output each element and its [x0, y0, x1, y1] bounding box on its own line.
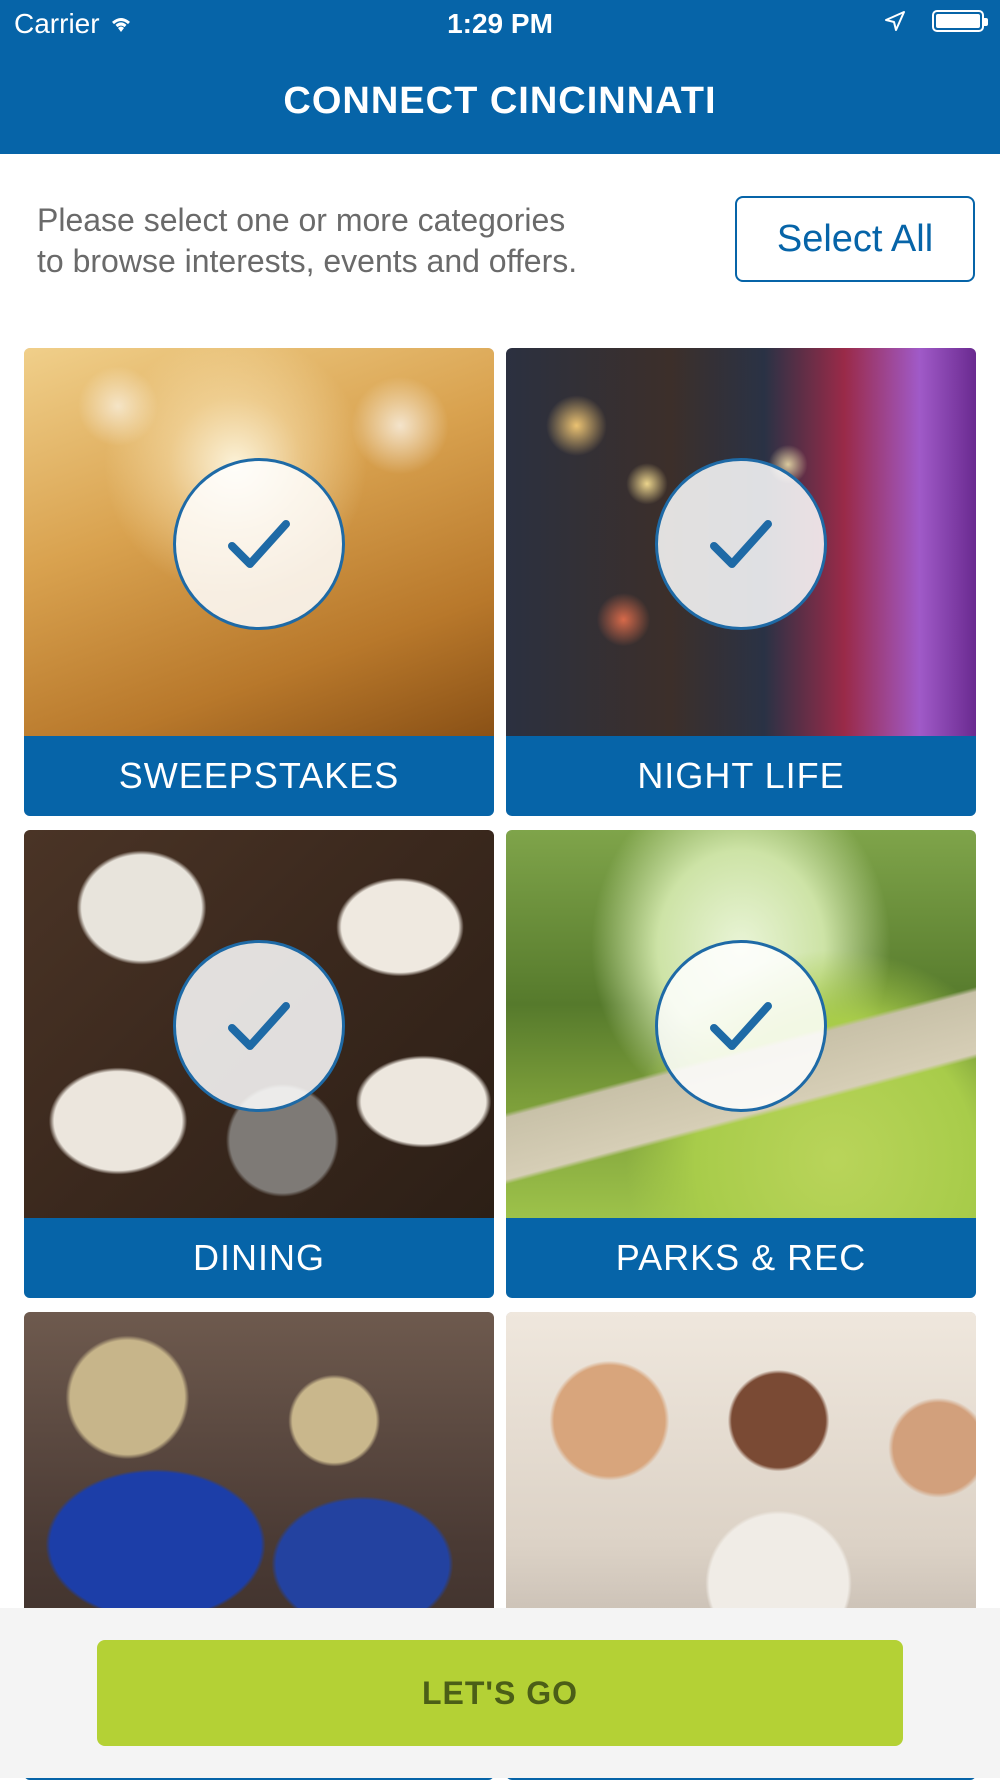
category-label: DINING: [24, 1218, 494, 1298]
footer-bar: LET'S GO: [0, 1608, 1000, 1778]
intro-line-2: to browse interests, events and offers.: [37, 243, 578, 279]
lets-go-button[interactable]: LET'S GO: [97, 1640, 903, 1746]
page-title: CONNECT CINCINNATI: [283, 80, 717, 122]
location-arrow-icon: [885, 11, 905, 31]
battery-icon: [932, 10, 988, 32]
category-label: NIGHT LIFE: [506, 736, 976, 816]
intro-text: Please select one or more categories to …: [37, 200, 677, 282]
category-tile-dining[interactable]: DINING: [24, 830, 494, 1298]
selected-check-icon: [655, 940, 827, 1112]
category-tile-sweepstakes[interactable]: SWEEPSTAKES: [24, 348, 494, 816]
selected-check-icon: [173, 458, 345, 630]
status-right: [884, 10, 988, 32]
clock: 1:29 PM: [447, 8, 553, 39]
selected-check-icon: [173, 940, 345, 1112]
select-all-button[interactable]: Select All: [735, 196, 975, 282]
app-header: Carrier 1:29 PM CONNECT CINCINNATI: [0, 0, 1000, 154]
intro-line-1: Please select one or more categories: [37, 202, 566, 238]
category-label: SWEEPSTAKES: [24, 736, 494, 816]
category-tile-night-life[interactable]: NIGHT LIFE: [506, 348, 976, 816]
selected-check-icon: [655, 458, 827, 630]
category-tile-parks-rec[interactable]: PARKS & REC: [506, 830, 976, 1298]
category-label: PARKS & REC: [506, 1218, 976, 1298]
status-bar: Carrier 1:29 PM: [0, 0, 1000, 50]
